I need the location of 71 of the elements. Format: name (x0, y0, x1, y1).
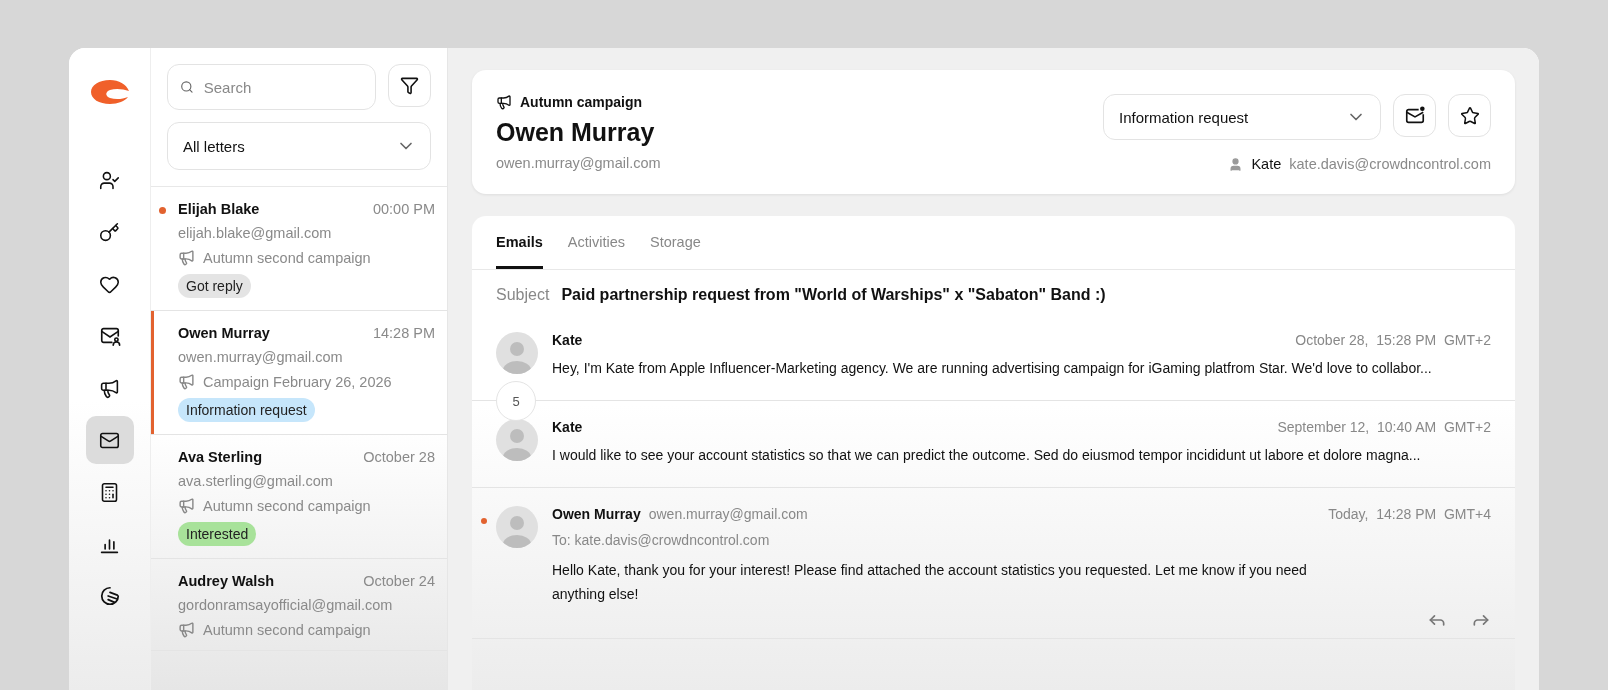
campaign-name: Autumn second campaign (203, 497, 371, 514)
recipient: To: kate.davis@crowdncontrol.com (552, 532, 771, 548)
megaphone-icon (178, 373, 195, 390)
status-tag: Got reply (178, 274, 251, 298)
message-date: Today, 14:28 PM GMT+4 (1328, 506, 1491, 522)
letter-item[interactable]: Audrey Walsh October 24 gordonramsayofficial@gmail.com Autumn second campaign (151, 559, 447, 651)
manager-name: Kate (1251, 156, 1282, 172)
nav-button[interactable] (85, 416, 134, 464)
campaign-name: Autumn second campaign (203, 621, 371, 638)
letters-dropdown[interactable]: All letters (167, 122, 431, 170)
letter-time: 14:28 PM (372, 325, 435, 341)
megaphone-icon (178, 497, 195, 514)
sender-email: owen.murray@gmail.com (648, 506, 808, 522)
subject-text: Paid partnership request from "World of Warships" x "Sabaton" Band :) (561, 286, 1106, 304)
letter-item[interactable]: Owen Murray 14:28 PM owen.murray@gmail.com Campaign February 26, 2026 Information request (151, 311, 447, 435)
sender-email: owen.murray@gmail.com (178, 349, 344, 365)
search-input[interactable]: Search (201, 77, 363, 97)
contact-name: Owen Murray (496, 118, 656, 147)
tab[interactable]: Storage (649, 216, 701, 269)
letter-time: October 24 (363, 573, 435, 589)
star-icon (1459, 105, 1480, 126)
key-icon (99, 221, 120, 243)
sender-email: gordonramsayofficial@gmail.com (178, 597, 394, 613)
calculator-icon (99, 481, 120, 503)
user-check-icon (99, 169, 120, 191)
avatar-icon (496, 419, 538, 461)
campaign-name: Autumn second campaign (203, 249, 371, 266)
mail-user-icon (98, 325, 121, 347)
filter-icon (400, 76, 419, 95)
sender-email: ava.sterling@gmail.com (178, 473, 334, 489)
message-preview: I would like to see your account statistics so that we can predict the outcome. Sed do eiusmod tempor incididunt ut labore et dolore magna... (552, 446, 1422, 465)
sender-name: Owen Murray (552, 506, 641, 522)
sender-name: Ava Sterling (178, 449, 263, 465)
subject-label: Subject (496, 286, 550, 304)
megaphone-icon (178, 621, 195, 638)
message-preview: Hey, I'm Kate from Apple Influencer-Marketing agency. We are running advertising campaign for iGaming platfrom Star. We'd love to collabor... (552, 359, 1433, 378)
megaphone-icon (99, 377, 120, 399)
status-dropdown[interactable]: Information request (1103, 94, 1381, 140)
tab[interactable]: Activities (567, 216, 625, 269)
letter-time: 00:00 PM (372, 201, 435, 217)
star-button[interactable] (1448, 94, 1491, 137)
status-tag: Information request (178, 398, 315, 422)
tab[interactable]: Emails (496, 216, 543, 269)
sender-email: elijah.blake@gmail.com (178, 225, 333, 241)
message-text: Hello Kate, thank you for your interest! Please find attached the account statistics you requested. Let me know if you need anything else! (552, 561, 1308, 604)
user-icon (1228, 156, 1244, 172)
contact-email: owen.murray@gmail.com (496, 155, 661, 171)
logo-icon (89, 78, 130, 106)
avatar-icon (496, 332, 538, 374)
sender-name: Elijah Blake (178, 201, 260, 217)
sender-name: Audrey Walsh (178, 573, 275, 589)
campaign-name: Autumn campaign (520, 94, 643, 110)
status-tag: Interested (178, 522, 257, 546)
megaphone-icon (496, 94, 512, 110)
letter-item[interactable]: Ava Sterling October 28 ava.sterling@gmail.com Autumn second campaign Interested (151, 435, 447, 559)
mail-notification-button[interactable] (1393, 94, 1436, 137)
message-date: September 12, 10:40 AM GMT+2 (1277, 419, 1491, 435)
avatar-icon (496, 506, 538, 548)
message-date: October 28, 15:28 PM GMT+2 (1295, 332, 1491, 348)
circle-lines-icon (98, 585, 121, 607)
megaphone-icon (178, 249, 195, 266)
manager-email: kate.davis@crowdncontrol.com (1289, 156, 1491, 172)
letter-time: October 28 (363, 449, 435, 465)
search-field[interactable]: Search (167, 64, 376, 110)
campaign-name: Campaign February 26, 2026 (203, 373, 392, 390)
sender-name: Kate (552, 332, 583, 348)
sender-name: Kate (552, 419, 583, 435)
hidden-messages-count[interactable]: 5 (496, 381, 536, 421)
filter-button[interactable] (388, 64, 431, 107)
sender-name: Owen Murray (178, 325, 270, 341)
search-icon (180, 79, 194, 95)
